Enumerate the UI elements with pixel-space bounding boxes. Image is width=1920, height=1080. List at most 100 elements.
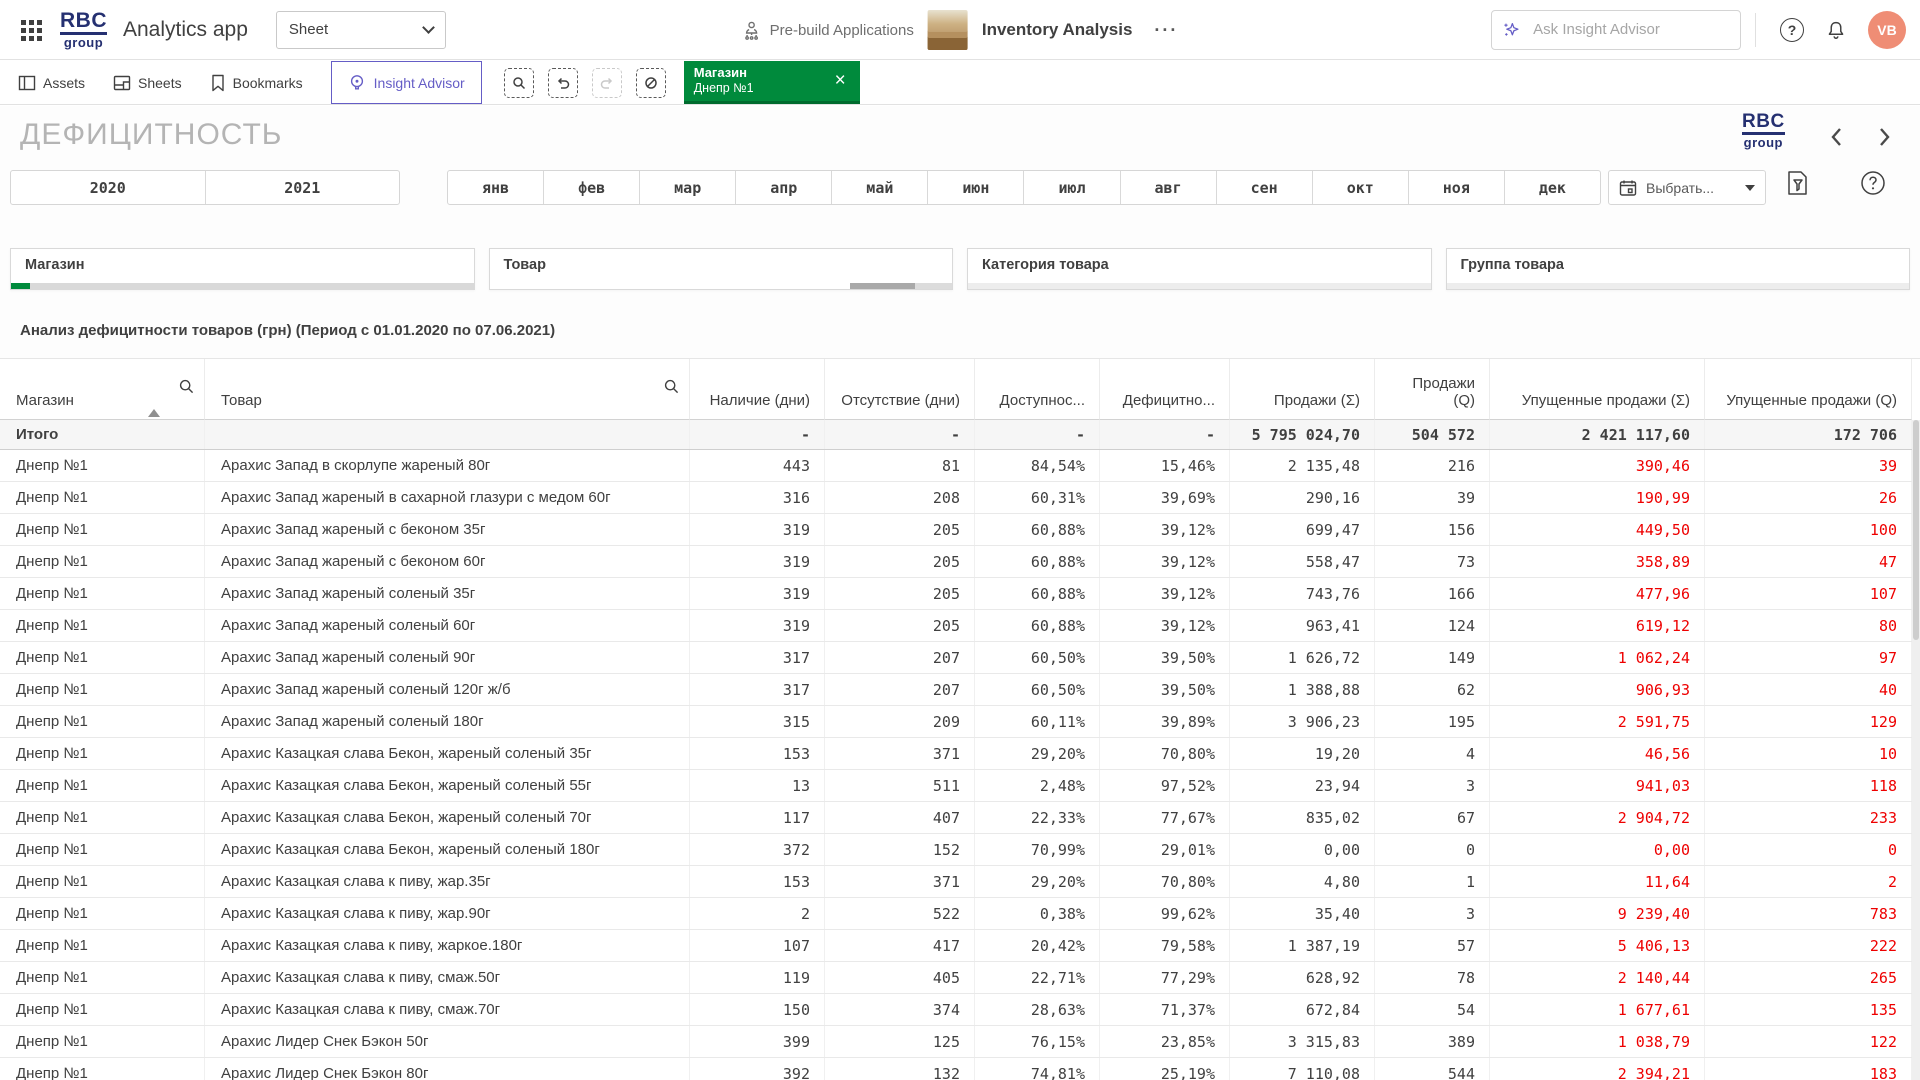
cell-store[interactable]: Днепр №1 <box>0 546 205 577</box>
tab-bookmarks[interactable]: Bookmarks <box>196 61 317 104</box>
month-button-янв[interactable]: янв <box>448 171 543 204</box>
cell-store[interactable]: Днепр №1 <box>0 770 205 801</box>
cell-store[interactable]: Днепр №1 <box>0 674 205 705</box>
month-button-дек[interactable]: дек <box>1504 171 1600 204</box>
month-button-апр[interactable]: апр <box>735 171 831 204</box>
filter-listbox-group[interactable]: Группа товара <box>1446 248 1911 290</box>
cell-product[interactable]: Арахис Казацкая слава к пиву, жар.90г <box>205 898 690 929</box>
cell-product[interactable]: Арахис Казацкая слава Бекон, жареный сол… <box>205 738 690 769</box>
column-header-9[interactable]: Упущенные продажи (Q) <box>1705 359 1912 420</box>
month-button-июн[interactable]: июн <box>927 171 1023 204</box>
cell-product[interactable]: Арахис Казацкая слава к пиву, жар.35г <box>205 866 690 897</box>
cell-store[interactable]: Днепр №1 <box>0 994 205 1025</box>
year-button-2021[interactable]: 2021 <box>205 171 400 204</box>
cell-product[interactable]: Арахис Казацкая слава Бекон, жареный сол… <box>205 802 690 833</box>
cell-product[interactable]: Арахис Запад жареный с беконом 60г <box>205 546 690 577</box>
cell-product[interactable]: Арахис Запад жареный соленый 180г <box>205 706 690 737</box>
cell-store[interactable]: Днепр №1 <box>0 706 205 737</box>
cell-store[interactable]: Днепр №1 <box>0 930 205 961</box>
cell-product[interactable]: Арахис Запад жареный соленый 90г <box>205 642 690 673</box>
column-header-1[interactable]: Товар <box>205 359 690 420</box>
cell-product[interactable]: Арахис Запад жареный в сахарной глазури … <box>205 482 690 513</box>
cell-product[interactable]: Арахис Казацкая слава Бекон, жареный сол… <box>205 770 690 801</box>
next-sheet-button[interactable] <box>1873 126 1895 148</box>
help-button[interactable]: ? <box>1778 16 1806 44</box>
cell-store[interactable]: Днепр №1 <box>0 610 205 641</box>
month-button-июл[interactable]: июл <box>1023 171 1119 204</box>
cell-product[interactable]: Арахис Лидер Снек Бэкон 50г <box>205 1026 690 1057</box>
search-input[interactable] <box>1531 20 1730 39</box>
selection-chip-store[interactable]: Магазин Днепр №1 × <box>684 61 860 104</box>
column-header-0[interactable]: Магазин <box>0 359 205 420</box>
month-button-авг[interactable]: авг <box>1120 171 1216 204</box>
cell-value: 23,94 <box>1230 770 1375 801</box>
column-header-6[interactable]: Продажи (Σ) <box>1230 359 1375 420</box>
cell-store[interactable]: Днепр №1 <box>0 450 205 481</box>
sheet-selector-dropdown[interactable]: Sheet <box>276 11 446 49</box>
scrollbar-thumb[interactable] <box>1913 420 1919 640</box>
cell-value: 20,42% <box>975 930 1100 961</box>
clear-selections-button[interactable] <box>636 68 666 98</box>
cell-store[interactable]: Днепр №1 <box>0 962 205 993</box>
column-search-icon[interactable] <box>179 379 194 394</box>
month-button-окт[interactable]: окт <box>1312 171 1408 204</box>
cell-product[interactable]: Арахис Запад жареный соленый 120г ж/б <box>205 674 690 705</box>
cell-product[interactable]: Арахис Запад жареный с беконом 35г <box>205 514 690 545</box>
column-header-3[interactable]: Отсутствие (дни) <box>825 359 975 420</box>
filter-listbox-product[interactable]: Товар <box>489 248 954 290</box>
redo-selection-button[interactable] <box>592 68 622 98</box>
month-button-мар[interactable]: мар <box>639 171 735 204</box>
insight-advisor-button[interactable]: Insight Advisor <box>331 61 482 104</box>
column-header-7[interactable]: Продажи (Q) <box>1375 359 1490 420</box>
user-avatar[interactable]: VB <box>1868 11 1906 49</box>
column-header-4[interactable]: Доступнос... <box>975 359 1100 420</box>
cell-store[interactable]: Днепр №1 <box>0 482 205 513</box>
current-app-name[interactable]: Inventory Analysis <box>982 20 1133 40</box>
cell-product[interactable]: Арахис Казацкая слава к пиву, смаж.70г <box>205 994 690 1025</box>
totals-value: - <box>825 420 975 449</box>
cell-product[interactable]: Арахис Запад жареный соленый 60г <box>205 610 690 641</box>
filter-listbox-category[interactable]: Категория товара <box>967 248 1432 290</box>
cell-value: 2 135,48 <box>1230 450 1375 481</box>
cell-store[interactable]: Днепр №1 <box>0 578 205 609</box>
previous-sheet-button[interactable] <box>1825 126 1847 148</box>
cell-product[interactable]: Арахис Запад в скорлупе жареный 80г <box>205 450 690 481</box>
cell-product[interactable]: Арахис Запад жареный соленый 35г <box>205 578 690 609</box>
month-button-май[interactable]: май <box>831 171 927 204</box>
month-button-сен[interactable]: сен <box>1216 171 1312 204</box>
month-button-ноя[interactable]: ноя <box>1408 171 1504 204</box>
year-button-2020[interactable]: 2020 <box>11 171 205 204</box>
cell-store[interactable]: Днепр №1 <box>0 1026 205 1057</box>
column-header-8[interactable]: Упущенные продажи (Σ) <box>1490 359 1705 420</box>
cell-store[interactable]: Днепр №1 <box>0 898 205 929</box>
cell-product[interactable]: Арахис Лидер Снек Бэкон 80г <box>205 1058 690 1080</box>
undo-selection-button[interactable] <box>548 68 578 98</box>
column-header-2[interactable]: Наличие (дни) <box>690 359 825 420</box>
filter-listbox-store[interactable]: Магазин <box>10 248 475 290</box>
cell-store[interactable]: Днепр №1 <box>0 1058 205 1080</box>
date-picker-dropdown[interactable]: Выбрать... <box>1608 170 1766 205</box>
cell-store[interactable]: Днепр №1 <box>0 642 205 673</box>
cell-store[interactable]: Днепр №1 <box>0 866 205 897</box>
column-header-5[interactable]: Дефицитно... <box>1100 359 1230 420</box>
month-button-фев[interactable]: фев <box>543 171 639 204</box>
cell-store[interactable]: Днепр №1 <box>0 802 205 833</box>
close-icon[interactable]: × <box>831 70 850 92</box>
more-menu-button[interactable]: ··· <box>1154 20 1178 41</box>
prebuild-applications-link[interactable]: Pre-build Applications <box>742 20 914 40</box>
tab-sheets[interactable]: Sheets <box>99 61 196 104</box>
cell-store[interactable]: Днепр №1 <box>0 738 205 769</box>
insight-advisor-search[interactable] <box>1491 10 1741 50</box>
app-launcher-icon[interactable] <box>18 17 44 43</box>
cell-product[interactable]: Арахис Казацкая слава к пиву, смаж.50г <box>205 962 690 993</box>
smart-search-button[interactable] <box>504 68 534 98</box>
sheet-help-button[interactable] <box>1858 168 1888 198</box>
selections-tool-button[interactable] <box>1782 168 1812 198</box>
cell-store[interactable]: Днепр №1 <box>0 834 205 865</box>
notifications-bell-icon[interactable] <box>1822 16 1850 44</box>
cell-product[interactable]: Арахис Казацкая слава Бекон, жареный сол… <box>205 834 690 865</box>
column-search-icon[interactable] <box>664 379 679 394</box>
cell-store[interactable]: Днепр №1 <box>0 514 205 545</box>
tab-assets[interactable]: Assets <box>4 61 99 104</box>
cell-product[interactable]: Арахис Казацкая слава к пиву, жаркое.180… <box>205 930 690 961</box>
